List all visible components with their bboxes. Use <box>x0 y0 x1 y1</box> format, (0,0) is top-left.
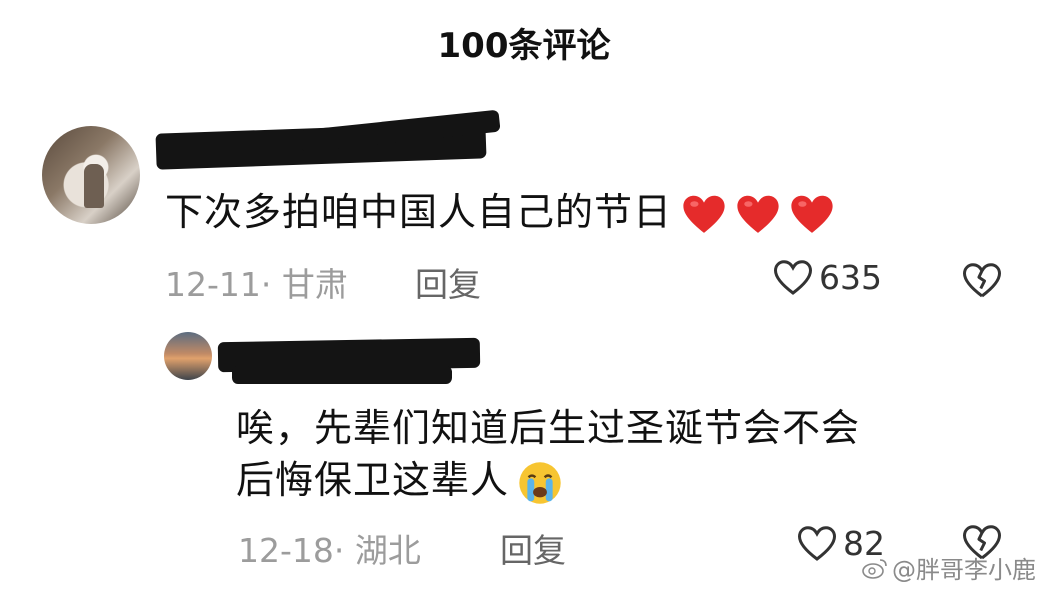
comment-location: 甘肃 <box>281 265 348 304</box>
red-heart-emoji <box>737 195 779 233</box>
heart-outline-icon <box>797 525 837 561</box>
comment-body-line2: 后悔保卫这辈人 <box>236 458 510 502</box>
comment-text: 下次多拍咱中国人自己的节日 <box>165 186 834 238</box>
comment-location: 湖北 <box>354 531 421 570</box>
avatar[interactable] <box>42 126 140 224</box>
page-title: 100条评论 <box>437 26 611 66</box>
red-heart-emoji <box>683 195 725 233</box>
watermark-text: @胖哥李小鹿 <box>892 556 1036 584</box>
avatar[interactable] <box>164 332 212 380</box>
comment-meta: 12-18· 湖北 <box>238 531 421 570</box>
broken-heart-icon[interactable] <box>962 262 1002 300</box>
comment-text: 唉，先辈们知道后生过圣诞节会不会 后悔保卫这辈人 <box>236 402 996 506</box>
comment-body: 下次多拍咱中国人自己的节日 <box>165 190 673 234</box>
comment-date: 12-11 <box>165 265 261 304</box>
heart-outline-icon <box>773 259 813 295</box>
red-heart-emoji <box>791 195 833 233</box>
reply-button[interactable]: 回复 <box>415 258 481 306</box>
comment-body-line1: 唉，先辈们知道后生过圣诞节会不会 <box>236 406 861 450</box>
crying-face-emoji <box>519 461 561 504</box>
weibo-watermark: @胖哥李小鹿 <box>862 550 1036 585</box>
weibo-icon <box>862 558 887 579</box>
like-button[interactable]: 635 <box>773 258 882 297</box>
reply-button[interactable]: 回复 <box>500 524 566 572</box>
comment-date: 12-18 <box>238 531 334 570</box>
comment-meta: 12-11· 甘肃 <box>165 265 348 304</box>
like-count: 635 <box>819 258 882 297</box>
redacted-username-scribble <box>232 366 452 384</box>
